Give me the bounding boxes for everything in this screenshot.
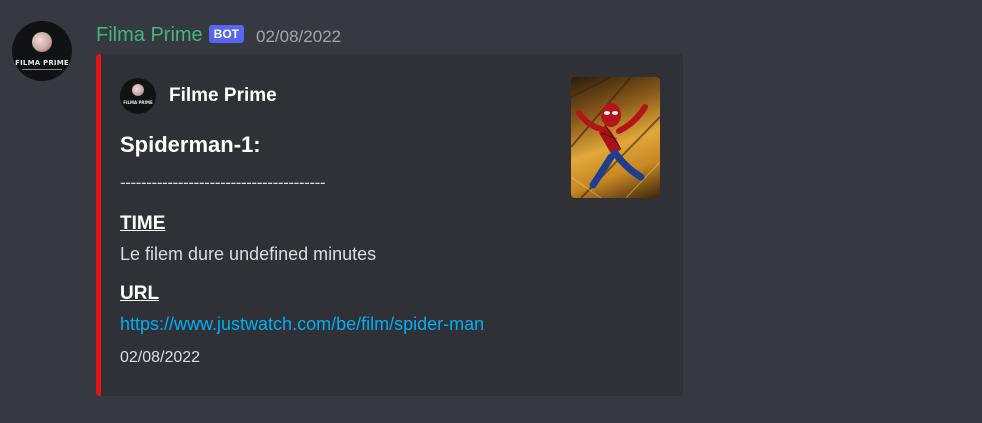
- embed-footer-timestamp: 02/08/2022: [120, 349, 201, 366]
- logo-emblem-icon: [32, 32, 52, 52]
- embed-author-name: Filme Prime: [169, 85, 277, 106]
- embed-title: Spiderman-1:: [120, 132, 261, 157]
- avatar-brand-underline: [22, 69, 62, 70]
- embed-divider-text: ---------------------------------------: [120, 173, 326, 192]
- spider-man-poster-thumbnail[interactable]: [571, 77, 660, 198]
- bot-avatar[interactable]: FILMA PRIME: [12, 21, 72, 81]
- username[interactable]: Filma Prime: [96, 22, 203, 48]
- logo-emblem-icon: [132, 84, 144, 96]
- spider-man-poster-image: [571, 77, 660, 198]
- rich-embed: FILMA PRIME Filme Prime Spiderman-1: ---…: [96, 54, 683, 396]
- bot-tag: BOT: [208, 25, 245, 43]
- embed-author-icon: FILMA PRIME: [120, 78, 156, 114]
- field-value-url-link[interactable]: https://www.justwatch.com/be/film/spider…: [120, 312, 484, 336]
- author-icon-brand-text: FILMA PRIME: [123, 100, 153, 105]
- field-value-time: Le filem dure undefined minutes: [120, 244, 377, 264]
- field-name-time: TIME: [120, 213, 166, 234]
- chat-message: FILMA PRIME Filma Prime BOT 02/08/2022 F…: [0, 0, 982, 423]
- field-name-url: URL: [120, 283, 160, 304]
- message-timestamp: 02/08/2022: [256, 27, 342, 46]
- avatar-brand-text: FILMA PRIME: [15, 59, 69, 67]
- message-header: Filma Prime BOT 02/08/2022: [96, 22, 341, 48]
